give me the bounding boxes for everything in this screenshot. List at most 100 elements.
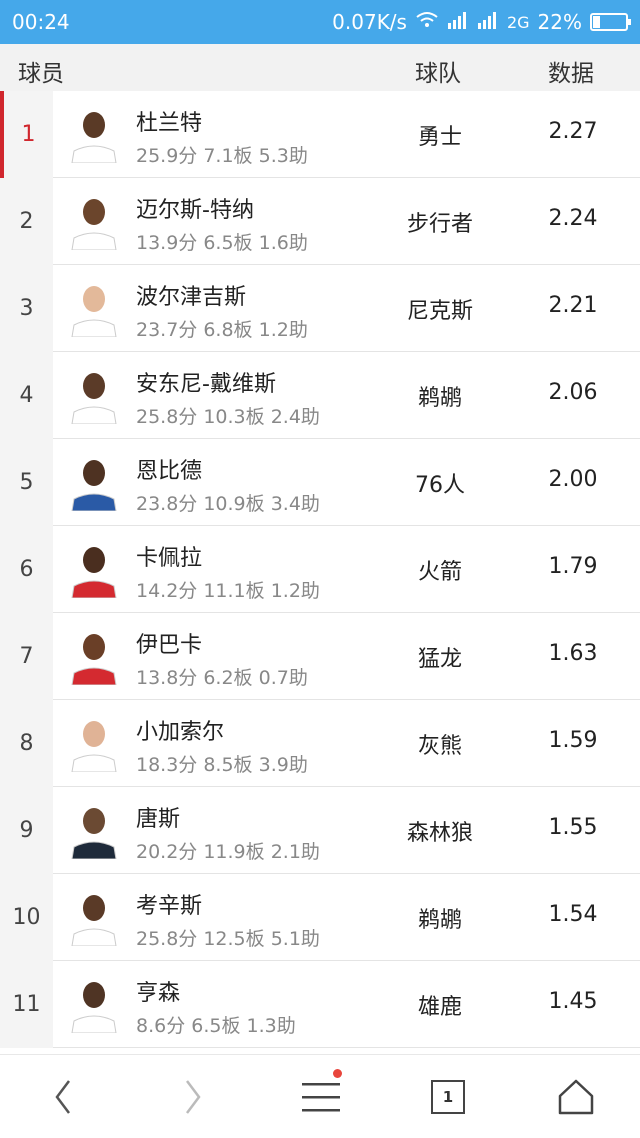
list-item[interactable]: 11 亨森 8.6分 6.5板 1.3助 雄鹿 1.45 xyxy=(0,961,640,1048)
avatar-jersey xyxy=(71,406,117,424)
header-value: 数据 xyxy=(548,61,594,87)
avatar-jersey xyxy=(71,580,117,598)
wifi-icon xyxy=(415,10,439,34)
player-team: 火箭 xyxy=(417,560,462,585)
player-name: 波尔津吉斯 xyxy=(136,285,247,310)
network-speed: 0.07K/s xyxy=(332,10,407,34)
player-avatar xyxy=(71,634,117,685)
player-stats: 23.7分 6.8板 1.2助 xyxy=(136,319,308,341)
player-name: 唐斯 xyxy=(136,807,181,832)
player-value: 2.06 xyxy=(548,380,598,405)
forward-button[interactable] xyxy=(168,1075,218,1119)
bottom-nav: 1 xyxy=(0,1054,640,1138)
status-time: 00:24 xyxy=(12,10,70,34)
player-avatar xyxy=(71,721,117,772)
list-item[interactable]: 8 小加索尔 18.3分 8.5板 3.9助 灰熊 1.59 xyxy=(0,700,640,787)
chevron-right-icon xyxy=(186,1080,201,1114)
player-name: 考辛斯 xyxy=(136,894,203,919)
player-value: 1.79 xyxy=(548,554,598,579)
network-type: 2G xyxy=(506,12,530,32)
avatar-head xyxy=(83,895,105,921)
player-team: 步行者 xyxy=(406,212,473,237)
player-team: 猛龙 xyxy=(417,647,462,672)
player-stats: 25.8分 10.3板 2.4助 xyxy=(136,406,320,428)
player-value: 2.21 xyxy=(548,293,598,318)
player-team: 森林狼 xyxy=(406,821,473,846)
chevron-left-icon xyxy=(55,1080,70,1114)
player-team: 灰熊 xyxy=(417,734,462,759)
player-name: 伊巴卡 xyxy=(136,633,203,658)
player-avatar xyxy=(71,112,117,163)
player-avatar xyxy=(71,547,117,598)
rank-number: 2 xyxy=(0,178,53,265)
avatar-jersey xyxy=(71,841,117,859)
player-stats: 13.8分 6.2板 0.7助 xyxy=(136,667,308,689)
player-name: 迈尔斯-特纳 xyxy=(136,198,254,223)
avatar-head xyxy=(83,547,105,573)
player-value: 1.45 xyxy=(548,989,598,1014)
player-avatar xyxy=(71,373,117,424)
status-bar: 00:24 0.07K/s 2G 22% xyxy=(0,0,640,44)
avatar-head xyxy=(83,808,105,834)
status-indicators: 0.07K/s 2G 22% xyxy=(332,10,631,34)
player-value: 1.63 xyxy=(548,641,598,666)
home-button[interactable] xyxy=(551,1075,601,1119)
player-avatar xyxy=(71,199,117,250)
battery-icon xyxy=(590,13,631,31)
avatar-head xyxy=(83,373,105,399)
player-name: 杜兰特 xyxy=(136,111,203,136)
notification-dot xyxy=(333,1069,342,1078)
player-stats: 23.8分 10.9板 3.4助 xyxy=(136,493,320,515)
signal-2-icon xyxy=(477,10,499,34)
player-stats: 25.8分 12.5板 5.1助 xyxy=(136,928,320,950)
avatar-head xyxy=(83,112,105,138)
rank-number: 6 xyxy=(0,526,53,613)
player-stats: 14.2分 11.1板 1.2助 xyxy=(136,580,320,602)
player-avatar xyxy=(71,286,117,337)
header-team: 球队 xyxy=(415,61,461,87)
avatar-head xyxy=(83,634,105,660)
player-name: 小加索尔 xyxy=(136,720,225,745)
player-value: 1.54 xyxy=(548,902,598,927)
list-item[interactable]: 6 卡佩拉 14.2分 11.1板 1.2助 火箭 1.79 xyxy=(0,526,640,613)
list-item[interactable]: 2 迈尔斯-特纳 13.9分 6.5板 1.6助 步行者 2.24 xyxy=(0,178,640,265)
player-team: 76人 xyxy=(415,473,465,498)
list-item[interactable]: 1 杜兰特 25.9分 7.1板 5.3助 勇士 2.27 xyxy=(0,91,640,178)
player-value: 1.55 xyxy=(548,815,598,840)
table-header: 球员 球队 数据 xyxy=(0,44,640,91)
avatar-jersey xyxy=(71,145,117,163)
menu-button[interactable] xyxy=(296,1069,346,1119)
avatar-head xyxy=(83,286,105,312)
list-item[interactable]: 4 安东尼-戴维斯 25.8分 10.3板 2.4助 鹈鹕 2.06 xyxy=(0,352,640,439)
player-name: 亨森 xyxy=(136,981,181,1006)
player-name: 恩比德 xyxy=(136,459,203,484)
rank-number: 1 xyxy=(0,91,53,178)
list-item[interactable]: 10 考辛斯 25.8分 12.5板 5.1助 鹈鹕 1.54 xyxy=(0,874,640,961)
player-avatar xyxy=(71,460,117,511)
player-value: 2.27 xyxy=(548,119,598,144)
rank-number: 4 xyxy=(0,352,53,439)
home-icon xyxy=(558,1079,594,1115)
rank-number: 11 xyxy=(0,961,53,1048)
list-item[interactable]: 5 恩比德 23.8分 10.9板 3.4助 76人 2.00 xyxy=(0,439,640,526)
player-value: 2.24 xyxy=(548,206,598,231)
rank-number: 10 xyxy=(0,874,53,961)
avatar-head xyxy=(83,460,105,486)
tabs-button[interactable]: 1 xyxy=(423,1075,473,1119)
player-avatar xyxy=(71,808,117,859)
rank-number: 8 xyxy=(0,700,53,787)
avatar-jersey xyxy=(71,319,117,337)
player-team: 尼克斯 xyxy=(406,299,473,324)
player-team: 鹈鹕 xyxy=(417,908,462,933)
list-item[interactable]: 3 波尔津吉斯 23.7分 6.8板 1.2助 尼克斯 2.21 xyxy=(0,265,640,352)
player-team: 鹈鹕 xyxy=(417,386,462,411)
player-value: 2.00 xyxy=(548,467,598,492)
avatar-jersey xyxy=(71,1015,117,1033)
ranking-list: 1 杜兰特 25.9分 7.1板 5.3助 勇士 2.27 2 迈尔斯-特纳 13.9分 6.… xyxy=(0,91,640,1048)
player-stats: 20.2分 11.9板 2.1助 xyxy=(136,841,320,863)
rank-number: 3 xyxy=(0,265,53,352)
list-item[interactable]: 7 伊巴卡 13.8分 6.2板 0.7助 猛龙 1.63 xyxy=(0,613,640,700)
list-item[interactable]: 9 唐斯 20.2分 11.9板 2.1助 森林狼 1.55 xyxy=(0,787,640,874)
back-button[interactable] xyxy=(38,1075,88,1119)
header-player: 球员 xyxy=(18,61,64,87)
